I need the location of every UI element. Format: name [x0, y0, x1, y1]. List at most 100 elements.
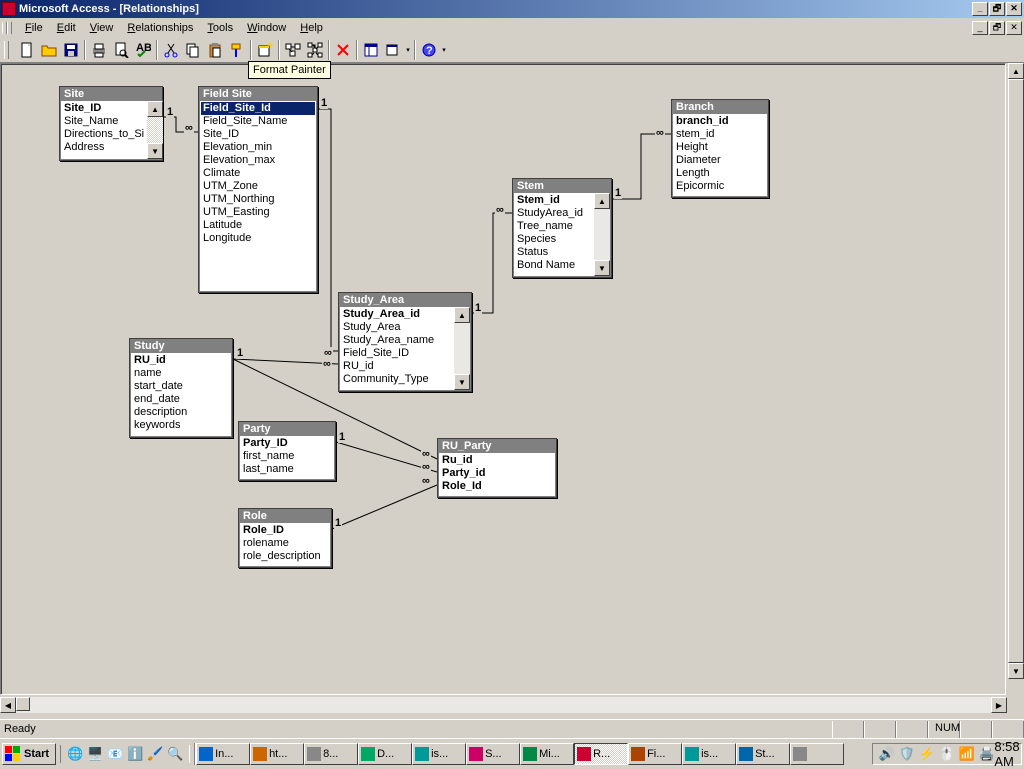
- mdi-restore-button[interactable]: 🗗: [989, 21, 1005, 35]
- table-title[interactable]: Party: [239, 422, 335, 436]
- field-item[interactable]: Longitude: [201, 232, 315, 245]
- taskbar-task[interactable]: 8...: [304, 743, 358, 765]
- taskbar-task[interactable]: S...: [466, 743, 520, 765]
- field-item[interactable]: description: [132, 406, 230, 419]
- spelling-button[interactable]: ABC: [132, 39, 154, 61]
- field-item[interactable]: Status: [515, 246, 593, 259]
- paste-button[interactable]: [204, 39, 226, 61]
- field-item[interactable]: Study_Area_name: [341, 334, 453, 347]
- field-item[interactable]: Stem_id: [515, 194, 593, 207]
- field-item[interactable]: stem_id: [674, 128, 766, 141]
- field-item[interactable]: Elevation_max: [201, 154, 315, 167]
- horizontal-scrollbar[interactable]: ◀ ▶: [0, 697, 1007, 713]
- field-item[interactable]: Field_Site_ID: [341, 347, 453, 360]
- field-item[interactable]: Field_Site_Name: [201, 115, 315, 128]
- table-title[interactable]: Site: [60, 87, 162, 101]
- scroll-down-button[interactable]: ▼: [594, 260, 610, 276]
- tray-icon[interactable]: 🖨️: [978, 745, 996, 763]
- field-list[interactable]: Site_IDSite_NameDirections_to_SiAddress: [61, 101, 147, 159]
- tray-icon[interactable]: 🖱️: [938, 745, 956, 763]
- field-item[interactable]: RU_id: [132, 354, 230, 367]
- field-item[interactable]: rolename: [241, 537, 329, 550]
- field-item[interactable]: keywords: [132, 419, 230, 432]
- clear-layout-button[interactable]: [332, 39, 354, 61]
- scroll-up-button[interactable]: ▲: [147, 101, 163, 117]
- list-scrollbar[interactable]: ▲▼: [594, 193, 610, 276]
- start-button[interactable]: Start: [2, 743, 56, 765]
- mdi-minimize-button[interactable]: _: [972, 21, 988, 35]
- field-item[interactable]: StudyArea_id: [515, 207, 593, 220]
- field-list[interactable]: Stem_idStudyArea_idTree_nameSpeciesStatu…: [514, 193, 594, 276]
- menu-view[interactable]: View: [83, 20, 121, 36]
- list-scrollbar[interactable]: ▲▼: [454, 307, 470, 390]
- field-list[interactable]: Party_IDfirst_namelast_name: [240, 436, 334, 479]
- tray-icon[interactable]: 📶: [958, 745, 976, 763]
- outlook-icon[interactable]: 📧: [106, 745, 124, 763]
- taskbar-task[interactable]: Mi...: [520, 743, 574, 765]
- tray-icon[interactable]: ⚡: [918, 745, 936, 763]
- table-field_site[interactable]: Field SiteField_Site_IdField_Site_NameSi…: [198, 86, 318, 293]
- field-item[interactable]: Height: [674, 141, 766, 154]
- tray-icon[interactable]: 🔊: [878, 745, 896, 763]
- ie-icon[interactable]: 🌐: [66, 745, 84, 763]
- format-painter-button[interactable]: [226, 39, 248, 61]
- close-button[interactable]: ✕: [1006, 2, 1022, 16]
- field-item[interactable]: Site_Name: [62, 115, 146, 128]
- table-title[interactable]: Role: [239, 509, 331, 523]
- show-direct-button[interactable]: [282, 39, 304, 61]
- taskbar-task[interactable]: R...: [574, 743, 628, 765]
- print-preview-button[interactable]: [110, 39, 132, 61]
- field-item[interactable]: Site_ID: [62, 102, 146, 115]
- open-button[interactable]: [38, 39, 60, 61]
- field-list[interactable]: Ru_idParty_idRole_Id: [439, 453, 555, 496]
- field-item[interactable]: RU_id: [341, 360, 453, 373]
- menu-file[interactable]: File: [18, 20, 50, 36]
- taskbar-task[interactable]: St...: [736, 743, 790, 765]
- restore-button[interactable]: 🗗: [989, 2, 1005, 16]
- field-list[interactable]: RU_idnamestart_dateend_datedescriptionke…: [131, 353, 231, 436]
- table-party[interactable]: PartyParty_IDfirst_namelast_name: [238, 421, 336, 481]
- field-item[interactable]: Bond Name: [515, 259, 593, 272]
- new-object-dropdown[interactable]: [404, 39, 412, 61]
- scroll-up-button[interactable]: ▲: [454, 307, 470, 323]
- list-scrollbar[interactable]: ▲▼: [147, 101, 163, 159]
- field-item[interactable]: Role_ID: [241, 524, 329, 537]
- field-item[interactable]: Address: [62, 141, 146, 154]
- scroll-down-button[interactable]: ▼: [1008, 663, 1024, 679]
- clock[interactable]: 8:58 AM: [998, 745, 1016, 763]
- taskbar-task[interactable]: Fi...: [628, 743, 682, 765]
- field-item[interactable]: Diameter: [674, 154, 766, 167]
- field-item[interactable]: Study_Area_id: [341, 308, 453, 321]
- field-item[interactable]: branch_id: [674, 115, 766, 128]
- field-item[interactable]: UTM_Northing: [201, 193, 315, 206]
- menu-relationships[interactable]: Relationships: [120, 20, 200, 36]
- menu-tools[interactable]: Tools: [200, 20, 240, 36]
- scroll-left-button[interactable]: ◀: [0, 697, 16, 713]
- field-item[interactable]: Field_Site_Id: [201, 102, 315, 115]
- field-list[interactable]: Field_Site_IdField_Site_NameSite_ID Eleva…: [200, 101, 316, 291]
- show-all-button[interactable]: [304, 39, 326, 61]
- table-title[interactable]: Study: [130, 339, 232, 353]
- taskbar-task[interactable]: is...: [412, 743, 466, 765]
- field-item[interactable]: Role_Id: [440, 480, 554, 493]
- table-branch[interactable]: Branchbranch_idstem_idHeightDiameterLeng…: [671, 99, 769, 198]
- table-role[interactable]: RoleRole_IDrolenamerole_description: [238, 508, 332, 568]
- field-item[interactable]: Party_id: [440, 467, 554, 480]
- menu-help[interactable]: Help: [293, 20, 330, 36]
- minimize-button[interactable]: _: [972, 2, 988, 16]
- scroll-down-button[interactable]: ▼: [454, 374, 470, 390]
- print-button[interactable]: [88, 39, 110, 61]
- field-item[interactable]: Site_ID: [201, 128, 315, 141]
- field-item[interactable]: last_name: [241, 463, 333, 476]
- field-item[interactable]: Study_Area: [341, 321, 453, 334]
- taskbar-task[interactable]: [790, 743, 844, 765]
- table-title[interactable]: Stem: [513, 179, 611, 193]
- field-item[interactable]: Directions_to_Si: [62, 128, 146, 141]
- field-item[interactable]: Community_Type: [341, 373, 453, 386]
- desktop-icon[interactable]: 🖥️: [86, 745, 104, 763]
- table-study_area[interactable]: Study_AreaStudy_Area_idStudy_AreaStudy_A…: [338, 292, 472, 392]
- menu-edit[interactable]: Edit: [50, 20, 83, 36]
- field-item[interactable]: Tree_name: [515, 220, 593, 233]
- field-item[interactable]: Length: [674, 167, 766, 180]
- scroll-down-button[interactable]: ▼: [147, 143, 163, 159]
